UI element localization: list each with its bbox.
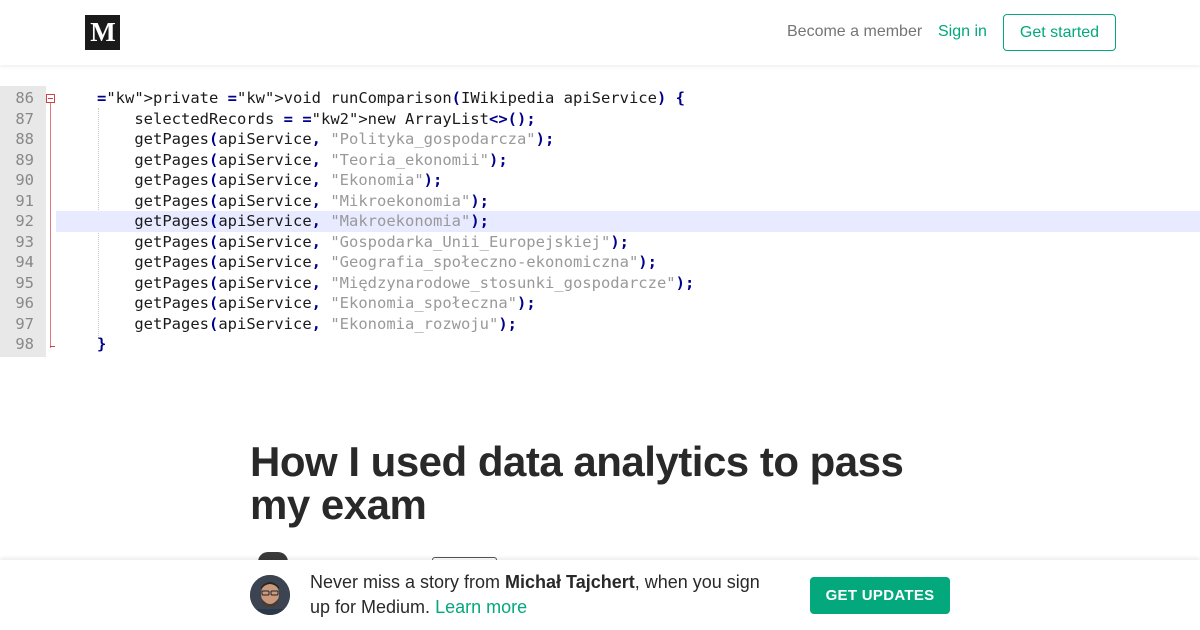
become-member-link[interactable]: Become a member: [787, 23, 922, 41]
author-avatar: [250, 575, 290, 615]
code-text: getPages(apiService, "Międzynarodowe_sto…: [97, 273, 695, 292]
line-number: 94: [15, 253, 34, 271]
code-text: getPages(apiService, "Makroekonomia");: [97, 212, 490, 230]
code-line: 96 getPages(apiService, "Ekonomia_społec…: [0, 293, 1200, 314]
get-updates-button[interactable]: GET UPDATES: [810, 577, 950, 614]
code-text: ="kw">private ="kw">void runComparison(I…: [97, 89, 685, 107]
banner-text-before: Never miss a story from: [310, 572, 506, 592]
code-text: getPages(apiService, "Mikroekonomia");: [97, 191, 490, 210]
code-text: getPages(apiService, "Polityka_gospodarc…: [97, 130, 555, 148]
line-number: 88: [15, 130, 34, 148]
code-line: 88 getPages(apiService, "Polityka_gospod…: [0, 129, 1200, 150]
code-line: 94 getPages(apiService, "Geografia_społe…: [0, 252, 1200, 273]
code-line: 98}: [0, 334, 1200, 355]
code-text: getPages(apiService, "Ekonomia");: [97, 171, 443, 189]
code-text: selectedRecords = ="kw2">new ArrayList<>…: [97, 109, 536, 128]
code-line: 93 getPages(apiService, "Gospodarka_Unii…: [0, 232, 1200, 253]
code-text: getPages(apiService, "Geografia_społeczn…: [97, 253, 657, 271]
sign-in-link[interactable]: Sign in: [938, 23, 987, 41]
line-number: 96: [15, 294, 34, 312]
line-number: 98: [15, 335, 34, 353]
line-number: 89: [15, 150, 34, 169]
code-line: 92 getPages(apiService, "Makroekonomia")…: [15, 211, 1200, 232]
line-number: 93: [15, 232, 34, 251]
line-number: 97: [15, 314, 34, 333]
article-title: How I used data analytics to pass my exa…: [250, 438, 904, 528]
code-line: 89 getPages(apiService, "Teoria_ekonomii…: [0, 150, 1200, 171]
medium-logo[interactable]: M: [85, 15, 120, 50]
code-text: getPages(apiService, "Ekonomia_społeczna…: [97, 294, 536, 312]
code-line: 86 ="kw">private ="kw">void runComparison…: [0, 88, 1200, 109]
line-number: 95: [15, 273, 34, 292]
code-text: getPages(apiService, "Teoria_ekonomii");: [97, 150, 508, 169]
line-number: 92: [15, 212, 34, 230]
get-started-button[interactable]: Get started: [1003, 14, 1116, 51]
banner-message: Never miss a story from Michał Tajchert,…: [310, 570, 780, 620]
code-line: 95 getPages(apiService, "Międzynarodowe_…: [0, 273, 1200, 294]
top-navbar: M Become a member Sign in Get started: [0, 0, 1200, 65]
code-text: }: [97, 335, 107, 353]
learn-more-link[interactable]: Learn more: [435, 597, 527, 617]
banner-author[interactable]: Michał Tajchert: [505, 572, 635, 592]
line-number: 86: [15, 89, 34, 107]
updates-banner: Never miss a story from Michał Tajchert,…: [0, 560, 1200, 630]
code-line: 90 getPages(apiService, "Ekonomia");: [0, 170, 1200, 191]
code-line: 97 getPages(apiService, "Ekonomia_rozwoj…: [0, 314, 1200, 335]
code-line: 91 getPages(apiService, "Mikroekonomia")…: [0, 191, 1200, 212]
code-line: 87 selectedRecords = ="kw2">new ArrayLis…: [0, 109, 1200, 130]
code-text: getPages(apiService, "Ekonomia_rozwoju")…: [97, 314, 518, 333]
line-number: 87: [15, 109, 34, 128]
code-screenshot: 86 ="kw">private ="kw">void runComparison…: [0, 86, 1200, 357]
code-text: getPages(apiService, "Gospodarka_Unii_Eu…: [97, 232, 629, 251]
line-number: 91: [15, 191, 34, 210]
author-photo-icon: [250, 575, 290, 615]
line-number: 90: [15, 171, 34, 189]
